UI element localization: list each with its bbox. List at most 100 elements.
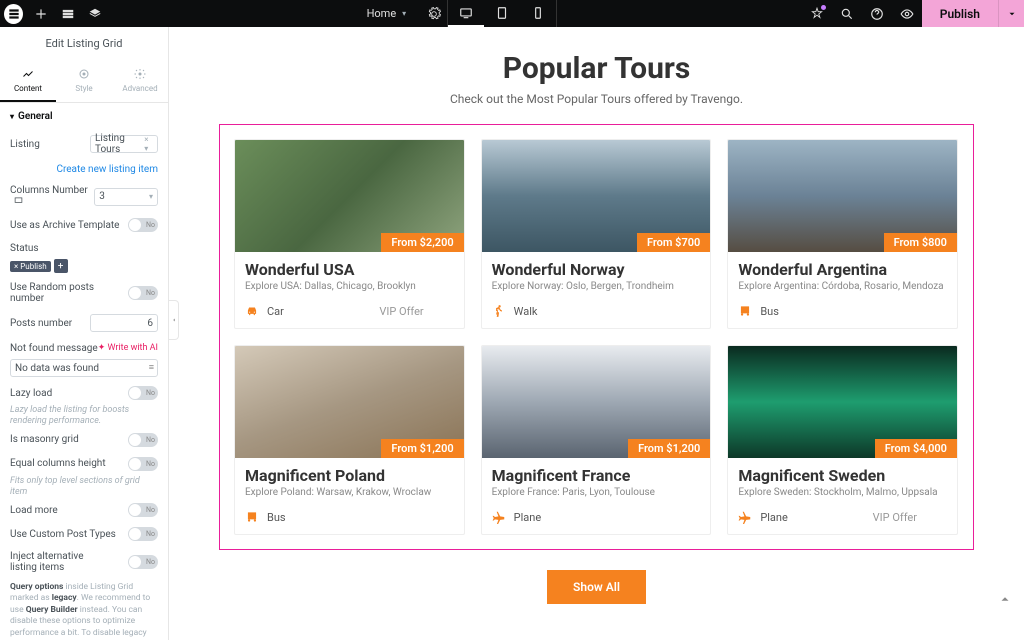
columns-select[interactable]: 3▾ <box>94 188 158 206</box>
preview-icon[interactable] <box>892 0 922 27</box>
card-image: From $1,200 <box>482 346 711 458</box>
tab-advanced[interactable]: Advanced <box>112 60 168 102</box>
random-toggle[interactable]: No <box>128 286 158 300</box>
card-subtitle: Explore Sweden: Stockholm, Malmo, Uppsal… <box>738 487 947 498</box>
card-title: Wonderful Norway <box>492 260 701 279</box>
tour-card[interactable]: From $700 Wonderful Norway Explore Norwa… <box>481 139 712 329</box>
card-subtitle: Explore France: Paris, Lyon, Toulouse <box>492 487 701 498</box>
collapse-sidebar[interactable] <box>169 300 179 340</box>
walk-icon <box>492 304 506 318</box>
notification-badge <box>821 5 826 10</box>
dynamic-icon[interactable]: ≡ <box>149 362 154 373</box>
notfound-input[interactable] <box>10 359 158 377</box>
price-tag: From $1,200 <box>628 439 710 458</box>
lazy-label: Lazy load <box>10 388 52 399</box>
price-tag: From $700 <box>637 233 710 252</box>
page-subtitle: Check out the Most Popular Tours offered… <box>169 92 1024 106</box>
add-icon[interactable] <box>27 0 54 27</box>
status-badge[interactable]: × Publish <box>10 261 51 272</box>
tour-card[interactable]: From $2,200 Wonderful USA Explore USA: D… <box>234 139 465 329</box>
card-title: Magnificent Poland <box>245 466 454 485</box>
postsnum-input[interactable] <box>90 314 158 332</box>
page-selector[interactable]: Home ▾ <box>353 7 421 20</box>
card-title: Magnificent France <box>492 466 701 485</box>
eqcols-label: Equal columns height <box>10 458 106 469</box>
section-general[interactable]: General <box>0 103 168 130</box>
card-title: Magnificent Sweden <box>738 466 947 485</box>
archive-label: Use as Archive Template <box>10 220 120 231</box>
tour-card[interactable]: From $1,200 Magnificent Poland Explore P… <box>234 345 465 535</box>
bus-icon <box>738 304 752 318</box>
write-ai-link[interactable]: ✦ Write with AI <box>98 343 158 353</box>
archive-toggle[interactable]: No <box>128 218 158 232</box>
show-all-button[interactable]: Show All <box>547 570 646 604</box>
layers-icon[interactable] <box>81 0 108 27</box>
create-listing-link[interactable]: Create new listing item <box>56 164 158 175</box>
help-icon[interactable] <box>862 0 892 27</box>
page-selector-label: Home <box>367 7 397 20</box>
card-subtitle: Explore Poland: Warsaw, Krakow, Wroclaw <box>245 487 454 498</box>
card-title: Wonderful USA <box>245 260 454 279</box>
publish-button[interactable]: Publish <box>922 0 998 27</box>
status-label: Status <box>10 243 39 254</box>
lazy-toggle[interactable]: No <box>128 386 158 400</box>
device-mobile[interactable] <box>520 0 556 27</box>
vip-badge: VIP Offer <box>379 305 423 318</box>
card-image: From $800 <box>728 140 957 252</box>
listing-select[interactable]: Listing Tours× ▾ <box>90 135 158 153</box>
sidebar-title: Edit Listing Grid <box>0 27 168 60</box>
responsive-icon[interactable] <box>14 197 23 208</box>
transport-label: Bus <box>267 511 286 524</box>
card-image: From $2,200 <box>235 140 464 252</box>
transport-label: Bus <box>760 305 779 318</box>
price-tag: From $2,200 <box>381 233 463 252</box>
transport-label: Plane <box>760 511 788 524</box>
publish-dropdown[interactable] <box>998 0 1024 27</box>
price-tag: From $800 <box>884 233 957 252</box>
notfound-label: Not found message <box>10 343 98 354</box>
logo-icon[interactable] <box>0 0 27 27</box>
device-tablet[interactable] <box>484 0 520 27</box>
plane-icon <box>492 510 506 524</box>
scroll-top-button[interactable] <box>998 591 1012 610</box>
card-subtitle: Explore Norway: Oslo, Bergen, Trondheim <box>492 281 701 292</box>
status-add[interactable]: + <box>54 259 68 273</box>
columns-label: Columns Number <box>10 185 94 208</box>
loadmore-toggle[interactable]: No <box>128 503 158 517</box>
price-tag: From $4,000 <box>875 439 957 458</box>
tour-card[interactable]: From $1,200 Magnificent France Explore F… <box>481 345 712 535</box>
masonry-toggle[interactable]: No <box>128 433 158 447</box>
card-title: Wonderful Argentina <box>738 260 947 279</box>
car-icon <box>245 304 259 318</box>
transport-label: Car <box>267 305 284 318</box>
card-image: From $1,200 <box>235 346 464 458</box>
listing-label: Listing <box>10 139 40 150</box>
price-tag: From $1,200 <box>381 439 463 458</box>
custompt-label: Use Custom Post Types <box>10 529 116 540</box>
card-subtitle: Explore USA: Dallas, Chicago, Brooklyn <box>245 281 454 292</box>
tab-style[interactable]: Style <box>56 60 112 102</box>
card-subtitle: Explore Argentina: Córdoba, Rosario, Men… <box>738 281 947 292</box>
listing-grid-widget[interactable]: From $2,200 Wonderful USA Explore USA: D… <box>219 124 974 550</box>
masonry-label: Is masonry grid <box>10 434 79 445</box>
tour-card[interactable]: From $800 Wonderful Argentina Explore Ar… <box>727 139 958 329</box>
custompt-toggle[interactable]: No <box>128 527 158 541</box>
eqcols-toggle[interactable]: No <box>128 457 158 471</box>
inject-toggle[interactable]: No <box>128 555 158 569</box>
settings-icon[interactable] <box>420 0 447 27</box>
notifications-icon[interactable] <box>802 0 832 27</box>
query-note: Query options inside Listing Grid marked… <box>10 582 158 640</box>
device-desktop[interactable] <box>448 0 484 27</box>
plane-icon <box>738 510 752 524</box>
tour-card[interactable]: From $4,000 Magnificent Sweden Explore S… <box>727 345 958 535</box>
structure-icon[interactable] <box>54 0 81 27</box>
search-icon[interactable] <box>832 0 862 27</box>
loadmore-label: Load more <box>10 505 58 516</box>
lazy-hint: Lazy load the listing for boosts renderi… <box>10 405 158 428</box>
eqcols-hint: Fits only top level sections of grid ite… <box>10 476 158 499</box>
tab-content[interactable]: Content <box>0 60 56 102</box>
transport-label: Walk <box>514 305 538 318</box>
page-title: Popular Tours <box>169 51 1024 86</box>
postsnum-label: Posts number <box>10 318 72 329</box>
transport-label: Plane <box>514 511 542 524</box>
